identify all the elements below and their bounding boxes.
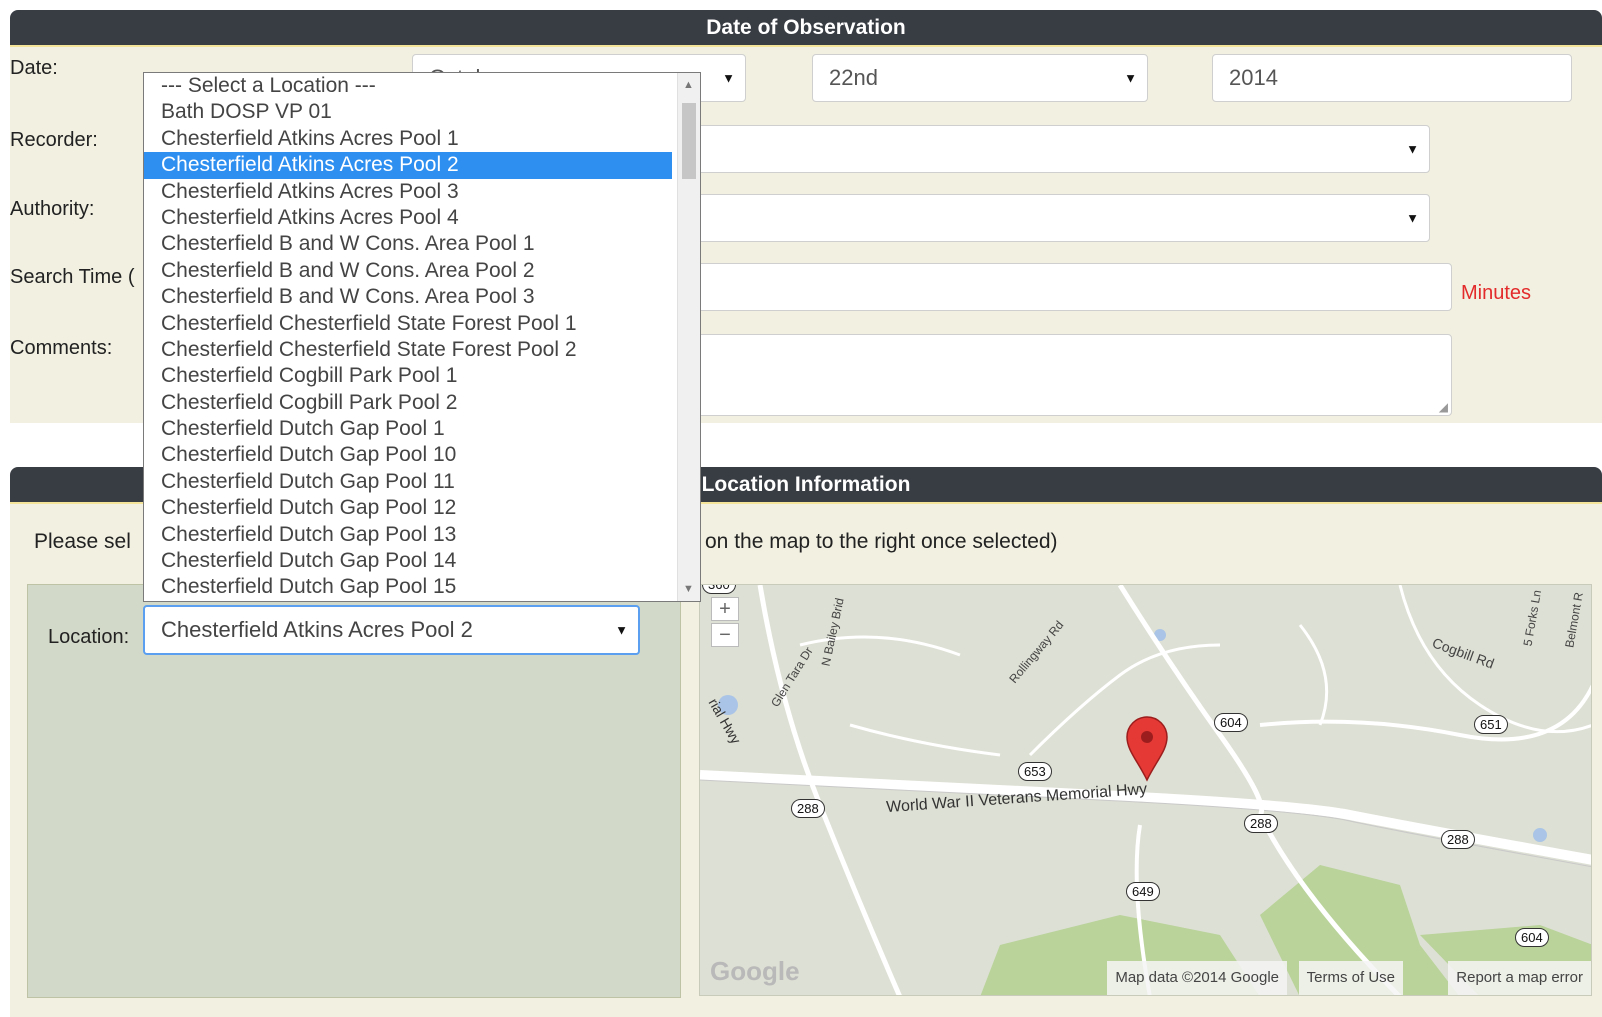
date-label: Date:: [10, 57, 58, 79]
recorder-label: Recorder:: [10, 129, 98, 151]
route-shield: 653: [1018, 762, 1052, 781]
location-dropdown-list[interactable]: --- Select a Location --- Bath DOSP VP 0…: [143, 72, 701, 602]
chevron-down-icon: ▼: [1406, 141, 1419, 157]
route-shield: 604: [1515, 928, 1549, 947]
pond: [1533, 828, 1547, 842]
chevron-down-icon: ▼: [1124, 70, 1137, 86]
resize-handle-icon[interactable]: ◢: [1439, 400, 1448, 414]
zoom-in-button[interactable]: +: [711, 597, 739, 621]
day-select[interactable]: 22nd ▼: [812, 54, 1148, 102]
instruction-left: Please sel: [34, 530, 131, 553]
route-shield: 651: [1474, 715, 1508, 734]
list-item[interactable]: Chesterfield Atkins Acres Pool 1: [144, 126, 672, 152]
list-item[interactable]: Chesterfield Atkins Acres Pool 3: [144, 179, 672, 205]
list-item[interactable]: --- Select a Location ---: [144, 73, 672, 99]
comments-label: Comments:: [10, 337, 113, 359]
chevron-down-icon: ▼: [1406, 210, 1419, 226]
list-item[interactable]: Chesterfield Dutch Gap Pool 1: [144, 416, 672, 442]
list-item[interactable]: Chesterfield Cogbill Park Pool 1: [144, 363, 672, 389]
scroll-down-icon[interactable]: ▼: [683, 583, 694, 595]
list-item[interactable]: Chesterfield Dutch Gap Pool 11: [144, 469, 672, 495]
zoom-out-button[interactable]: −: [711, 623, 739, 647]
route-shield: 604: [1214, 713, 1248, 732]
list-item[interactable]: Chesterfield Chesterfield State Forest P…: [144, 311, 672, 337]
map[interactable]: 288 288 288 604 604 651 653 649 360 Worl…: [699, 584, 1592, 996]
route-shield: 360: [702, 585, 736, 594]
list-item-selected[interactable]: Chesterfield Atkins Acres Pool 2: [144, 152, 672, 179]
search-time-label: Search Time (: [10, 266, 135, 288]
map-attribution: Map data ©2014 Google: [1107, 961, 1287, 995]
list-item[interactable]: Chesterfield B and W Cons. Area Pool 3: [144, 284, 672, 310]
route-shield: 288: [1244, 814, 1278, 833]
instruction-right: on the map to the right once selected): [705, 530, 1058, 553]
chevron-down-icon: ▼: [722, 70, 735, 86]
list-item[interactable]: Chesterfield B and W Cons. Area Pool 1: [144, 231, 672, 257]
minutes-label: Minutes: [1461, 282, 1532, 304]
dropdown-scrollbar[interactable]: ▲ ▼: [677, 73, 700, 601]
report-error-link[interactable]: Report a map error: [1448, 961, 1591, 995]
authority-label: Authority:: [10, 198, 95, 220]
route-shield: 288: [791, 799, 825, 818]
observation-header: Date of Observation: [10, 10, 1602, 47]
list-item[interactable]: Chesterfield Atkins Acres Pool 4: [144, 205, 672, 231]
location-label: Location:: [48, 626, 130, 648]
list-item[interactable]: Chesterfield Chesterfield State Forest P…: [144, 337, 672, 363]
location-select[interactable]: Chesterfield Atkins Acres Pool 2 ▼: [143, 605, 640, 655]
scroll-up-icon[interactable]: ▲: [683, 79, 694, 91]
scrollbar-thumb[interactable]: [682, 103, 696, 179]
list-item[interactable]: Chesterfield Cogbill Park Pool 2: [144, 390, 672, 416]
google-logo: Google: [710, 956, 800, 986]
list-item[interactable]: Chesterfield B and W Cons. Area Pool 2: [144, 258, 672, 284]
route-shield: 288: [1441, 830, 1475, 849]
list-item[interactable]: Bath DOSP VP 01: [144, 99, 672, 125]
list-item[interactable]: Chesterfield Dutch Gap Pool 15: [144, 574, 672, 600]
year-input[interactable]: 2014: [1212, 54, 1572, 102]
route-shield: 649: [1126, 882, 1160, 901]
list-item[interactable]: Chesterfield Dutch Gap Pool 13: [144, 522, 672, 548]
list-item[interactable]: Chesterfield Dutch Gap Pool 12: [144, 495, 672, 521]
list-item[interactable]: Chesterfield Dutch Gap Pool 10: [144, 442, 672, 468]
terms-link[interactable]: Terms of Use: [1298, 961, 1403, 995]
list-item[interactable]: Chesterfield Dutch Gap Pool 14: [144, 548, 672, 574]
chevron-down-icon: ▼: [615, 622, 628, 638]
